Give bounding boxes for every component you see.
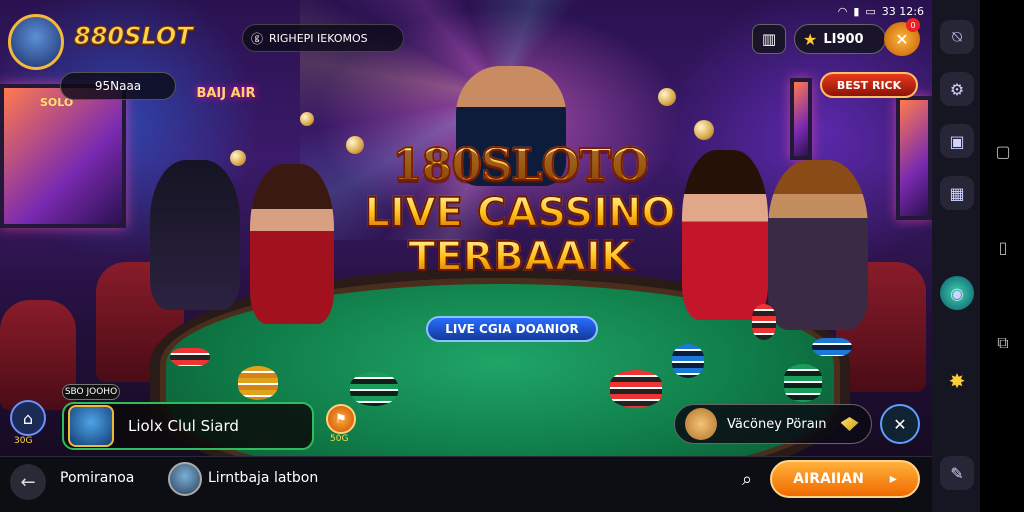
chip-icon: ⚑ [335, 411, 347, 427]
gem-icon [840, 417, 859, 431]
gear-icon: ⚙ [949, 79, 965, 99]
right-tv-screen-1 [790, 78, 812, 160]
notification-badge: 0 [906, 18, 920, 32]
prize-name: Väcöney Pöraın [727, 416, 827, 432]
balance-value: LI900 [823, 31, 864, 47]
best-rick-button[interactable]: BEST RICK [820, 72, 918, 98]
home-label: 30G [14, 436, 33, 446]
star-icon: ★ [803, 29, 818, 49]
right-tv-screen-2 [896, 96, 932, 220]
player-left-hooded [150, 160, 240, 310]
pencil-icon: ✎ [950, 463, 964, 483]
cta-label: AIRAIIAN [793, 471, 864, 487]
coin-1 [658, 88, 676, 106]
chip-stack-4 [610, 370, 662, 408]
rail-star-button[interactable]: ✸ [940, 364, 974, 398]
wallet-button[interactable]: ▥ [752, 24, 786, 54]
home-icon: ⌂ [22, 408, 34, 428]
subtitle-label: LIVE CGIA DOANIOR [445, 322, 579, 336]
sign-text: BAIJ AIR [196, 86, 256, 101]
username-text: 95Naaa [94, 79, 142, 93]
wallet-icon: ▥ [761, 30, 777, 48]
profile-avatar[interactable] [8, 14, 64, 70]
player-tag-text: SBO JOOHO [64, 387, 118, 397]
search-icon: ⌕ [741, 468, 753, 490]
wifi-icon: ◠ [837, 4, 848, 18]
player-avatar [68, 405, 114, 447]
tools-button[interactable]: ✕ [880, 404, 920, 444]
best-label: BEST RICK [836, 78, 902, 92]
live-casino-subtitle-button[interactable]: LIVE CGIA DOANIOR [426, 316, 598, 342]
hero-line-1: LIVE CASSINO [360, 190, 680, 236]
chip-stack-2 [238, 366, 278, 400]
rail-window-button[interactable]: ▣ [940, 124, 974, 158]
prize-avatar [685, 408, 717, 440]
rail-edit-button[interactable]: ✎ [940, 456, 974, 490]
chip-stack-5 [672, 344, 704, 378]
coin-5 [230, 150, 246, 166]
recent-apps-icon[interactable]: ▢ [994, 142, 1012, 161]
status-time: 33 12:6 [881, 4, 924, 18]
chip-stack-7 [812, 338, 852, 356]
chip-stack-1 [170, 348, 210, 366]
chip-label: 50G [330, 434, 349, 444]
prize-card[interactable]: Väcöney Pöraın [674, 404, 872, 444]
chip-stack-8 [752, 304, 776, 340]
home-button[interactable]: ⌂ [10, 400, 46, 436]
game-lobby-screen: SOLO BAIJ AIR 180SLOTO LIVE CASSINO TERB… [0, 0, 1024, 512]
info-icon: ⓖ [251, 31, 264, 46]
bell-off-icon: ⍉ [952, 27, 962, 46]
signal-icon: ▮ [853, 4, 860, 18]
bottom-avatar[interactable] [168, 462, 202, 496]
player-right-woman [682, 150, 768, 320]
player-tag: SBO JOOHO [62, 384, 120, 400]
wrench-icon: ✕ [893, 414, 907, 434]
back-button[interactable]: ← [10, 464, 46, 500]
chip-stack-6 [784, 364, 822, 402]
star-badge-icon: ✸ [948, 369, 966, 393]
hero-line-2: TERBAAIK [360, 234, 680, 280]
chip-stack-3 [350, 372, 398, 406]
balance-pill[interactable]: ★ LI900 [794, 24, 886, 54]
home-nav-icon[interactable]: ▯ [994, 238, 1012, 257]
arrow-left-icon: ← [20, 471, 36, 493]
globe-icon: ◉ [950, 283, 964, 303]
bottom-left-label[interactable]: Pomiranoa [60, 470, 134, 486]
chart-icon: ▦ [949, 183, 965, 203]
username-pill[interactable]: 95Naaa [60, 72, 176, 100]
window-icon: ▣ [949, 131, 965, 151]
crossed-tools-icon: ✕ [895, 29, 909, 49]
rail-notification-off-button[interactable]: ⍉ [940, 20, 974, 54]
play-arrow-icon: ▸ [889, 471, 897, 487]
rail-chart-button[interactable]: ▦ [940, 176, 974, 210]
player-left-woman [250, 164, 334, 324]
player-card[interactable]: Liolx Clul Siard [62, 402, 314, 450]
hero-title-block: 180SLOTO LIVE CASSINO TERBAAIK [360, 139, 680, 280]
left-sign: BAIJ AIR [196, 86, 256, 126]
casino-scene: SOLO BAIJ AIR 180SLOTO LIVE CASSINO TERB… [0, 0, 932, 456]
player-name: Liolx Clul Siard [128, 417, 239, 435]
coin-4 [694, 120, 714, 140]
ticker-pill[interactable]: ⓖ RIGHEPI IEKOMOS [242, 24, 404, 52]
coin-3 [300, 112, 314, 126]
brand-logo-text: 880SLOT [74, 22, 194, 51]
player-right-hat [768, 160, 868, 330]
rail-settings-button[interactable]: ⚙ [940, 72, 974, 106]
hero-brand-title: 180SLOTO [360, 139, 680, 192]
back-nav-icon[interactable]: ⧉ [994, 333, 1012, 352]
rail-globe-button[interactable]: ◉ [940, 276, 974, 310]
chip-button[interactable]: ⚑ [326, 404, 356, 434]
play-cta-button[interactable]: AIRAIIAN ▸ [770, 460, 920, 498]
bottom-mid-label[interactable]: Lirntbaja latbon [208, 470, 318, 486]
search-button[interactable]: ⌕ [734, 466, 760, 492]
left-tv-screen: SOLO [0, 84, 126, 228]
ticker-text: RIGHEPI IEKOMOS [269, 31, 368, 45]
battery-icon: ▭ [865, 4, 876, 18]
